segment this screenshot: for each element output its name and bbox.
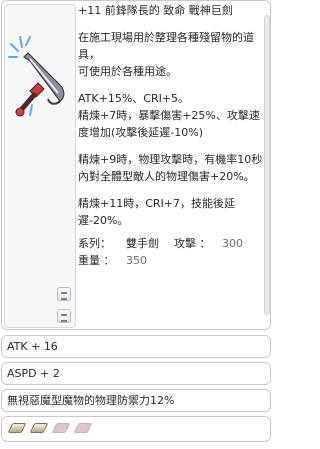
card-slot-4[interactable] [73,423,93,433]
item-tooltip-window: +11 前鋒隊長的 致命 戰神巨劍 在施工現場用於整理各種殘留物的道具， 可使用… [1,0,271,330]
card-slot-2[interactable] [29,423,49,433]
series-label: 系列： [78,237,111,250]
item-effect-3: 精煉+11時，CRI+7，技能後延遲-20%。 [78,197,235,227]
card-slot-1[interactable] [7,423,27,433]
expand-button-bottom[interactable] [57,309,71,323]
series-value: 雙手劍 [126,237,159,250]
item-description: 在施工現場用於整理各種殘留物的道具， 可使用於各種用途。 [78,31,254,78]
item-effect-2: 精煉+9時，物理攻擊時，有機率10秒內對全體型敵人的物理傷害+20%。 [78,153,263,183]
attack-value: 300 [222,237,243,250]
weight-label: 重量 ： [78,254,115,267]
expand-button-top[interactable] [57,287,71,301]
option-row-2: ASPD + 2 [1,362,271,385]
card-slot-3[interactable] [51,423,71,433]
description-scrollbar[interactable] [264,15,270,315]
item-effect-1: ATK+15%、CRI+5。 精煉+7時，暴擊傷害+25%、攻擊速度增加(攻擊後… [78,92,260,139]
item-title: +11 前鋒隊長的 致命 戰神巨劍 [78,4,233,17]
item-description-panel: +11 前鋒隊長的 致命 戰神巨劍 在施工現場用於整理各種殘留物的道具， 可使用… [78,3,264,327]
item-stats: 系列： 雙手劍 攻擊 ： 300 重量 ： 350 [78,235,264,269]
scrollbar-thumb[interactable] [264,15,270,315]
option-row-1: ATK + 16 [1,335,271,358]
weight-value: 350 [126,254,147,267]
attack-label: 攻擊 ： [174,237,211,250]
item-icon-frame [4,4,76,328]
sword-icon [8,36,65,117]
card-slot-bar [1,416,271,442]
option-row-3: 無視惡魔型魔物的物理防禦力12% [1,389,271,412]
